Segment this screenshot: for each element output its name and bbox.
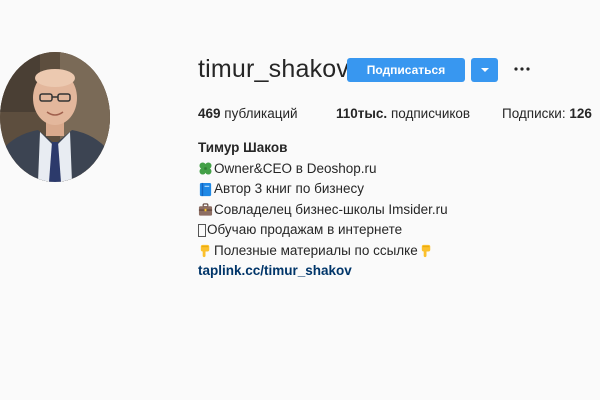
following-label: Подписки: — [502, 106, 570, 121]
missing-glyph-icon — [198, 223, 206, 237]
profile-bio: Тимур Шаков Owner&CEO в Deoshop.ru Автор… — [198, 138, 448, 282]
bio-link[interactable]: taplink.cc/timur_shakov — [198, 261, 448, 282]
pointing-down-icon — [200, 245, 210, 258]
profile-username: timur_shakov — [198, 55, 350, 83]
followers-count: 110тыс. — [336, 106, 388, 121]
bio-line-text: Полезные материалы по ссылке — [214, 242, 418, 258]
followers-label: подписчиков — [387, 106, 471, 121]
bio-line-text: Совладелец бизнес-школы Imsider.ru — [214, 201, 448, 217]
posts-count: 469 — [198, 106, 221, 121]
four-leaf-clover-icon — [199, 162, 212, 175]
blue-book-icon — [199, 182, 212, 196]
bio-line: Обучаю продажам в интернете — [198, 220, 448, 241]
caret-down-icon — [480, 68, 489, 72]
bio-line-text: Обучаю продажам в интернете — [207, 222, 403, 237]
followers-stat[interactable]: 110тыс. подписчиков — [336, 106, 470, 121]
bio-line: Автор 3 книг по бизнесу — [198, 179, 448, 200]
full-name: Тимур Шаков — [198, 140, 288, 155]
profile-stats: 469 публикаций 110тыс. подписчиков Подпи… — [0, 106, 600, 126]
briefcase-icon — [198, 203, 213, 216]
ellipsis-icon — [514, 67, 530, 71]
bio-line: Owner&CEO в Deoshop.ru — [198, 159, 448, 180]
bio-line: Полезные материалы по ссылке — [198, 241, 448, 262]
bio-line-text: Owner&CEO в Deoshop.ru — [214, 160, 377, 176]
following-stat[interactable]: Подписки: 126 — [502, 106, 592, 121]
following-count: 126 — [569, 106, 592, 121]
posts-stat: 469 публикаций — [198, 106, 298, 121]
bio-line: Совладелец бизнес-школы Imsider.ru — [198, 200, 448, 221]
follow-button[interactable]: Подписаться — [347, 58, 465, 82]
pointing-down-icon — [421, 245, 430, 258]
more-options-button[interactable] — [512, 60, 532, 78]
suggestions-dropdown-button[interactable] — [471, 58, 498, 82]
posts-label: публикаций — [220, 106, 298, 121]
bio-line-text: Автор 3 книг по бизнесу — [214, 181, 365, 196]
